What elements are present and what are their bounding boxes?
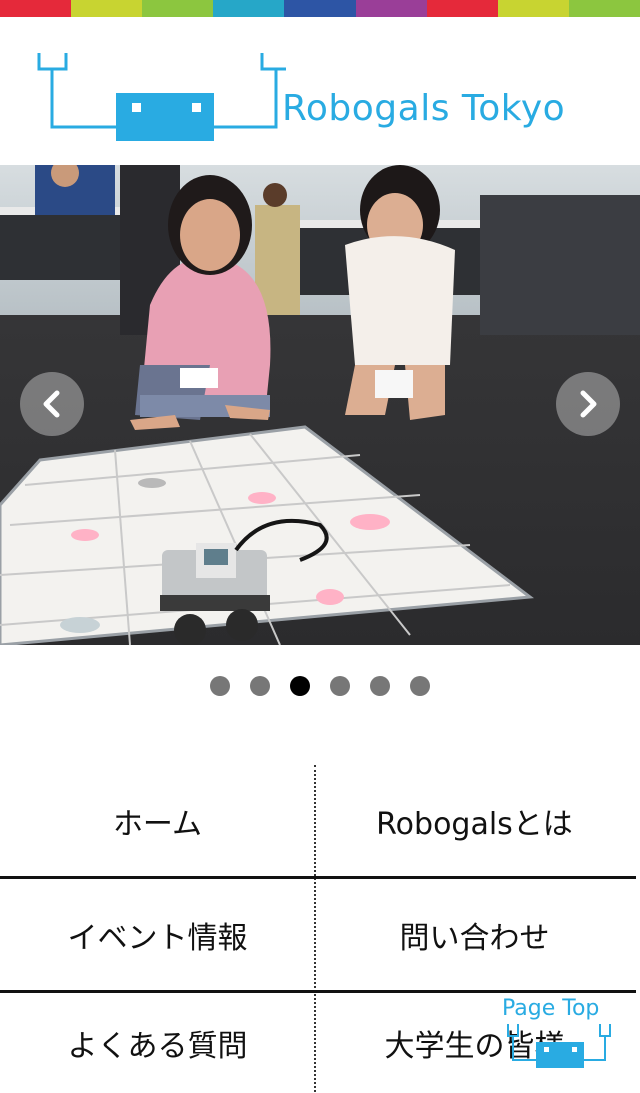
nav-item-label: ホーム [112,807,203,842]
color-stripe-bar [0,0,640,17]
chevron-left-icon [43,390,60,418]
chevron-right-icon [580,390,597,418]
stripe-teal [213,0,285,17]
slider-prev-button[interactable] [20,372,84,436]
site-header: Robogals Tokyo [0,17,640,165]
nav-item-about[interactable]: Robogalsとは [317,765,632,877]
stripe-blue [284,0,356,17]
slider-dot-5[interactable] [370,676,390,696]
robot-logo-icon [37,53,286,141]
slider-next-button[interactable] [556,372,620,436]
slider-dot-4[interactable] [330,676,350,696]
hero-slider[interactable] [0,165,640,645]
stripe-red [0,0,72,17]
stripe-purple [355,0,427,17]
stripe-green-2 [568,0,640,17]
nav-item-contact[interactable]: 問い合わせ [317,879,632,991]
slider-dot-3[interactable] [290,676,310,696]
stripe-lime-2 [497,0,569,17]
slider-pagination [0,676,640,696]
nav-item-label: Robogalsとは [376,807,573,842]
nav-item-label: イベント情報 [67,921,248,956]
stripe-green [142,0,214,17]
stripe-red-2 [426,0,498,17]
nav-item-home[interactable]: ホーム [0,765,315,877]
logo-text: Robogals Tokyo [282,88,566,129]
stripe-lime [71,0,143,17]
slider-dot-6[interactable] [410,676,430,696]
nav-item-faq[interactable]: よくある質問 [0,993,315,1093]
nav-item-events[interactable]: イベント情報 [0,879,315,991]
slider-dot-2[interactable] [250,676,270,696]
hero-photo [0,165,640,645]
robot-small-icon [507,1024,611,1068]
nav-item-label: 問い合わせ [399,921,550,956]
slider-dot-1[interactable] [210,676,230,696]
nav-item-label: よくある質問 [67,1029,248,1064]
page-top-button[interactable]: Page Top [496,994,632,1070]
logo-link[interactable]: Robogals Tokyo [0,17,640,165]
